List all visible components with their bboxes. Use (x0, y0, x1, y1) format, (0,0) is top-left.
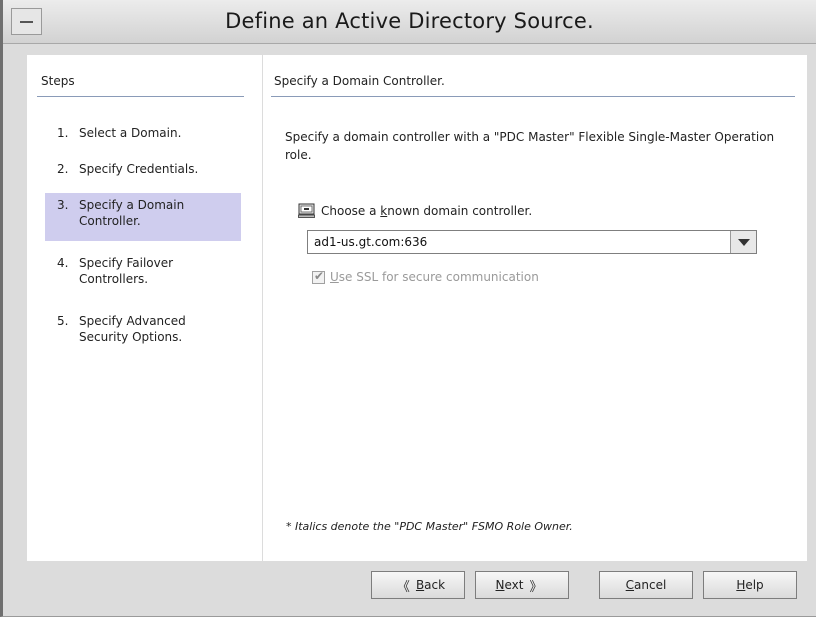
choose-known-controller-option[interactable]: Choose a known domain controller. (298, 203, 532, 218)
cancel-button[interactable]: Cancel (599, 571, 693, 599)
double-chevron-left-icon: 《 (396, 579, 410, 595)
step-number: 4. (57, 256, 69, 270)
step-item-select-domain: 1. Select a Domain. (45, 121, 241, 145)
step-label-line2: Controller. (79, 214, 141, 228)
content-divider (271, 96, 795, 97)
page-title: Specify a Domain Controller. (274, 74, 445, 88)
steps-divider (37, 96, 244, 97)
choose-known-label: Choose a known domain controller. (321, 203, 533, 218)
cancel-label: Cancel (625, 578, 667, 592)
step-item-specify-credentials: 2. Specify Credentials. (45, 157, 241, 181)
content-panel: Specify a Domain Controller. Specify a d… (263, 55, 807, 561)
use-ssl-label: Use SSL for secure communication (330, 270, 539, 284)
step-label: Specify Credentials. (79, 162, 199, 176)
checkmark-icon: ✔ (314, 268, 325, 283)
wizard-window: Define an Active Directory Source. Steps… (0, 0, 816, 617)
back-label: Back (415, 578, 446, 592)
back-button[interactable]: 《 Back (371, 571, 465, 599)
step-label: Specify a Domain (79, 198, 185, 212)
step-label: Specify Failover (79, 256, 174, 270)
use-ssl-checkbox[interactable]: ✔ (312, 268, 325, 284)
step-item-specify-domain-controller: 3. Specify a Domain Controller. (45, 193, 241, 241)
help-button[interactable]: Help (703, 571, 797, 599)
double-chevron-right-icon: 》 (529, 579, 543, 595)
next-button[interactable]: Next 》 (475, 571, 569, 599)
step-number: 1. (57, 126, 69, 140)
step-item-specify-failover-controllers: 4. Specify Failover Controllers. (45, 251, 241, 291)
page-description: Specify a domain controller with a "PDC … (285, 130, 775, 162)
step-number: 3. (57, 198, 69, 212)
step-label-line2: Controllers. (79, 272, 149, 286)
step-label-line2: Security Options. (79, 330, 183, 344)
help-label: Help (736, 578, 764, 592)
use-ssl-checkbox-row[interactable]: ✔ Use SSL for secure communication (312, 268, 539, 284)
step-label: Specify Advanced (79, 314, 186, 328)
domain-controller-value: ad1-us.gt.com:636 (314, 235, 428, 249)
step-number: 5. (57, 314, 69, 328)
computer-icon (298, 203, 315, 218)
domain-controller-combobox[interactable]: ad1-us.gt.com:636 (307, 230, 757, 254)
window-title: Define an Active Directory Source. (225, 9, 594, 33)
dropdown-arrow-icon[interactable] (730, 231, 756, 253)
next-label: Next (495, 578, 524, 592)
title-bar: Define an Active Directory Source. (3, 0, 816, 44)
step-label: Select a Domain. (79, 126, 182, 140)
step-item-specify-advanced-security: 5. Specify Advanced Security Options. (45, 309, 241, 349)
steps-heading: Steps (41, 74, 75, 88)
steps-panel: Steps 1. Select a Domain. 2. Specify Cre… (27, 55, 262, 561)
footnote: * Italics denote the "PDC Master" FSMO R… (286, 520, 573, 533)
step-number: 2. (57, 162, 69, 176)
